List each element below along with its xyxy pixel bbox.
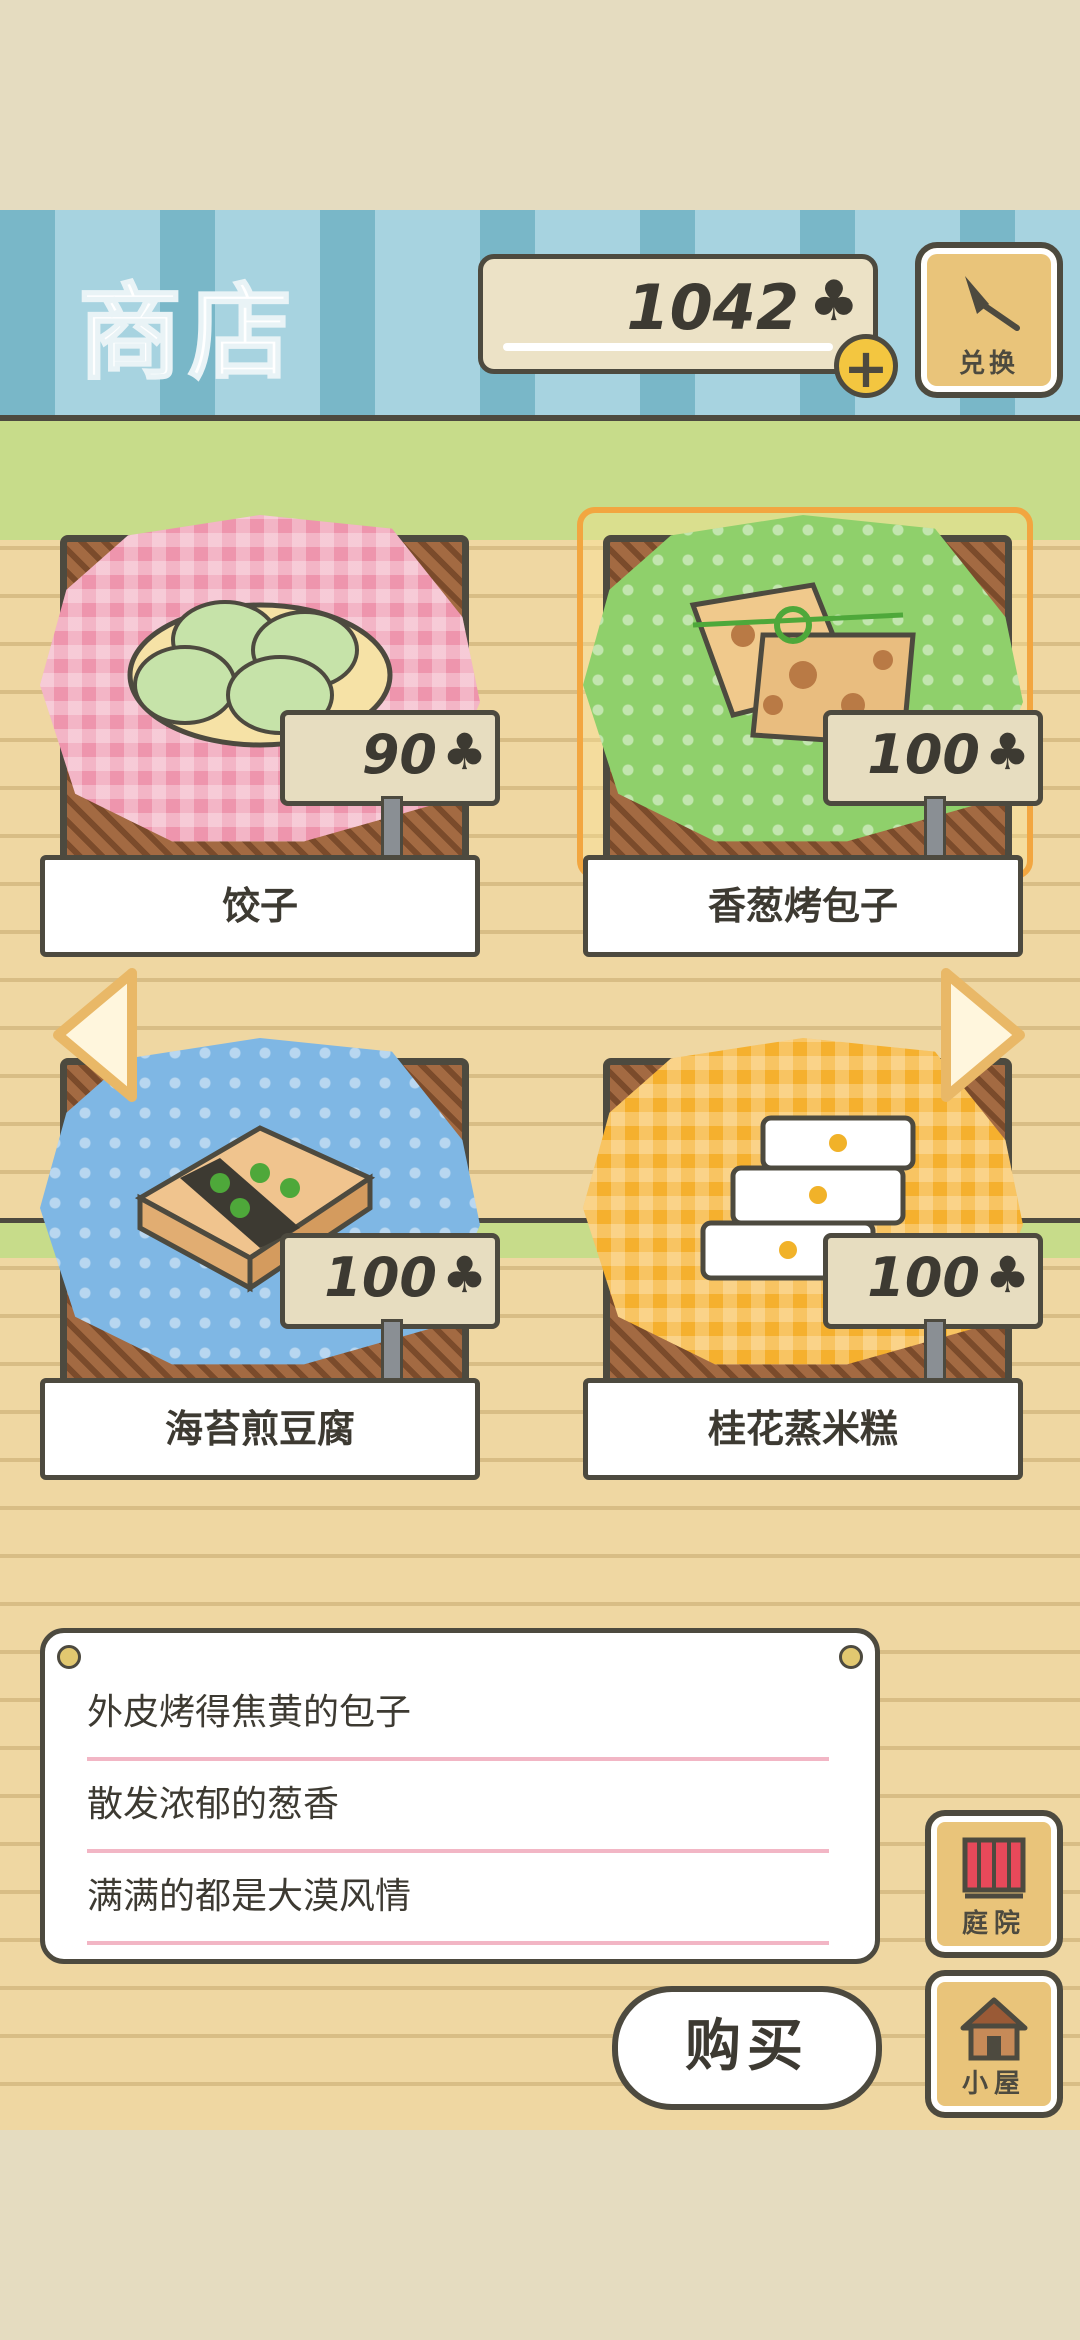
tag-pin <box>924 1319 946 1387</box>
house-label: 小屋 <box>961 2069 1026 2099</box>
coin-count: 1042 <box>626 271 799 344</box>
clover-icon: ♣ <box>442 1246 487 1304</box>
tag-pin <box>924 796 946 864</box>
house-button[interactable]: 小屋 <box>925 1970 1063 2118</box>
price-tag: 100 ♣ <box>823 1233 1043 1329</box>
pin-icon <box>839 1645 863 1669</box>
price-value: 100 <box>867 1246 980 1309</box>
page-title: 商店 <box>77 271 299 395</box>
garden-button[interactable]: 庭院 <box>925 1810 1063 1958</box>
clover-icon: ♣ <box>985 723 1030 781</box>
add-coins-button[interactable]: + <box>834 334 898 399</box>
next-page-arrow[interactable] <box>938 965 1028 1105</box>
description-line: 满满的都是大漠风情 <box>87 1867 829 1945</box>
clover-icon: ♣ <box>985 1246 1030 1304</box>
shop-item-scallion-buns[interactable]: 100 ♣ 香葱烤包子 <box>577 507 1043 965</box>
item-name: 海苔煎豆腐 <box>40 1378 480 1480</box>
coin-balance: 1042 ♣ <box>478 254 878 374</box>
shop-item-dumplings[interactable]: 90 ♣ 饺子 <box>40 515 500 965</box>
description-line: 散发浓郁的葱香 <box>87 1775 829 1853</box>
shop-header: 商店 1042 ♣ + 兑换 <box>0 210 1080 421</box>
clover-icon: ♣ <box>808 269 859 334</box>
price-tag: 100 ♣ <box>280 1233 500 1329</box>
price-tag: 90 ♣ <box>280 710 500 806</box>
coin-box-highlight <box>503 343 833 351</box>
shop-item-seaweed-tofu[interactable]: 100 ♣ 海苔煎豆腐 <box>40 1038 500 1488</box>
price-value: 100 <box>867 723 980 786</box>
tag-pin <box>381 796 403 864</box>
tag-pin <box>381 1319 403 1387</box>
price-tag: 100 ♣ <box>823 710 1043 806</box>
price-value: 100 <box>324 1246 437 1309</box>
prev-page-arrow[interactable] <box>50 965 140 1105</box>
bell-icon <box>965 276 1020 331</box>
buy-button[interactable]: 购买 <box>612 1986 882 2110</box>
shop-item-osmanthus-rice-cake[interactable]: 100 ♣ 桂花蒸米糕 <box>583 1038 1043 1488</box>
item-description-card: 外皮烤得焦黄的包子 散发浓郁的葱香 满满的都是大漠风情 <box>40 1628 880 1964</box>
description-line: 外皮烤得焦黄的包子 <box>87 1683 829 1761</box>
price-value: 90 <box>361 723 437 786</box>
shop-screen: 商店 1042 ♣ + 兑换 90 ♣ 饺子 100 ♣ 香葱烤包子 100 ♣… <box>0 210 1080 2130</box>
item-name: 饺子 <box>40 855 480 957</box>
item-name: 香葱烤包子 <box>583 855 1023 957</box>
house-icon <box>960 1997 1028 2061</box>
garden-label: 庭院 <box>961 1909 1026 1939</box>
item-name: 桂花蒸米糕 <box>583 1378 1023 1480</box>
exchange-label: 兑换 <box>958 349 1019 379</box>
garden-gate-icon <box>962 1837 1026 1899</box>
exchange-button[interactable]: 兑换 <box>915 242 1063 398</box>
pin-icon <box>57 1645 81 1669</box>
clover-icon: ♣ <box>442 723 487 781</box>
